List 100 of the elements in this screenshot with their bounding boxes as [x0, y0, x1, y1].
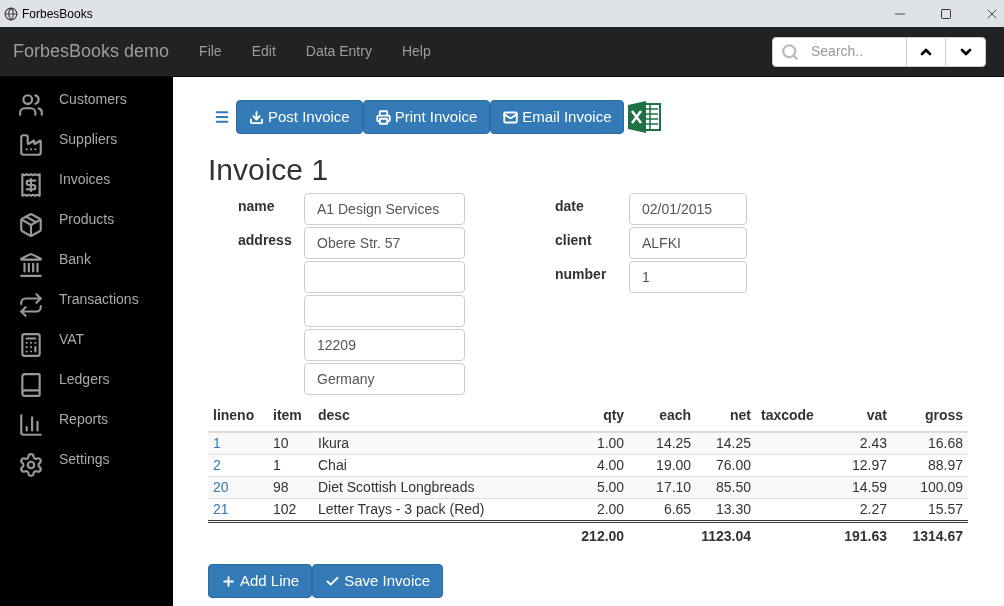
arrows-icon — [18, 292, 44, 318]
table-cell: Chai — [318, 457, 347, 473]
input-field[interactable]: 1 — [629, 261, 747, 293]
table-cell: 14.25 — [715, 435, 751, 451]
table-cell: 98 — [273, 479, 289, 495]
action-button[interactable]: Add Line — [208, 564, 313, 598]
total-cell: 1314.67 — [912, 528, 963, 544]
sidebar-item[interactable]: Ledgers — [0, 365, 173, 405]
field-label: client — [555, 231, 593, 250]
input-field[interactable] — [304, 295, 465, 327]
line-link[interactable]: 21 — [213, 501, 229, 517]
total-cell: 191.63 — [844, 528, 887, 544]
sidebar-item[interactable]: Settings — [0, 445, 173, 485]
table-cell: Diet Scottish Longbreads — [318, 479, 475, 495]
column-header: net — [730, 407, 751, 423]
table-cell: 2.00 — [596, 501, 625, 517]
search-input[interactable]: Search.. — [811, 41, 895, 62]
line-link[interactable]: 20 — [213, 479, 229, 495]
field-label: date — [555, 197, 585, 216]
sidebar-item[interactable]: VAT — [0, 325, 173, 365]
input-field[interactable]: ALFKI — [629, 227, 747, 259]
table-row[interactable]: 2 1 Chai 4.00 19.00 76.00 12.97 88.97 — [208, 454, 968, 477]
download-icon — [249, 109, 264, 125]
menu-item[interactable]: Help — [386, 41, 446, 62]
menu-item[interactable]: File — [184, 41, 237, 62]
table-cell: 15.57 — [927, 501, 963, 517]
input-field[interactable] — [304, 261, 465, 293]
table-row[interactable]: 1 10 Ikura 1.00 14.25 14.25 2.43 16.68 — [208, 432, 968, 455]
menu-item[interactable]: Edit — [236, 41, 291, 62]
action-button[interactable]: Save Invoice — [312, 564, 444, 598]
sidebar-item[interactable]: Bank — [0, 245, 173, 285]
table-cell: 4.00 — [596, 457, 625, 473]
table-cell: 12.97 — [851, 457, 887, 473]
factory-icon — [18, 132, 44, 158]
sidebar-item[interactable]: Transactions — [0, 285, 173, 325]
settings-icon — [18, 452, 44, 478]
table-cell: 85.50 — [715, 479, 751, 495]
table-cell: 13.30 — [715, 501, 751, 517]
bar-chart-icon — [18, 412, 44, 438]
input-field[interactable]: A1 Design Services — [304, 193, 465, 225]
envelope-icon — [503, 109, 519, 125]
sidebar-item[interactable]: Products — [0, 205, 173, 245]
table-cell: 1 — [273, 457, 281, 473]
book-icon — [18, 372, 44, 398]
table-cell: Ikura — [318, 435, 350, 451]
line-link[interactable]: 2 — [213, 457, 221, 473]
sidebar-item[interactable]: Invoices — [0, 165, 173, 205]
table-cell: 6.65 — [663, 501, 692, 517]
maximize-icon[interactable] — [940, 7, 952, 20]
column-header: vat — [866, 407, 887, 423]
table-cell: 19.00 — [656, 457, 692, 473]
table-cell: 2.27 — [859, 501, 887, 517]
column-header: taxcode — [761, 407, 814, 423]
menu-icon[interactable] — [214, 109, 230, 125]
table-cell: 100.09 — [920, 479, 963, 495]
sidebar-item[interactable]: Customers — [0, 85, 173, 125]
action-button[interactable]: Print Invoice — [362, 100, 491, 134]
column-header: item — [273, 407, 302, 423]
search-field[interactable]: Search.. — [773, 37, 907, 66]
window-title: ForbesBooks — [22, 5, 93, 23]
brand[interactable]: ForbesBooks demo — [13, 38, 170, 65]
table-cell: 2.43 — [859, 435, 887, 451]
table-cell: 14.25 — [656, 435, 692, 451]
box-icon — [18, 212, 44, 238]
column-header: each — [659, 407, 692, 423]
column-header: qty — [603, 407, 625, 423]
total-cell: 212.00 — [581, 528, 625, 544]
table-cell: 17.10 — [656, 479, 692, 495]
action-button[interactable]: Email Invoice — [490, 100, 625, 134]
table-cell: 16.68 — [927, 435, 963, 451]
action-button[interactable]: Post Invoice — [236, 100, 363, 134]
menu-item[interactable]: Data Entry — [290, 41, 387, 62]
table-row[interactable]: 21 102 Letter Trays - 3 pack (Red) 2.00 6.65 13.30 2.27 15.57 — [208, 498, 968, 522]
calculator-icon — [18, 332, 44, 358]
field-label: address — [237, 231, 293, 250]
table-row[interactable]: 20 98 Diet Scottish Longbreads 5.00 17.10 85.50 14.59 100.09 — [208, 476, 968, 499]
input-field[interactable]: Obere Str. 57 — [304, 227, 465, 259]
input-field[interactable]: 02/01/2015 — [629, 193, 747, 225]
table-cell: 5.00 — [596, 479, 625, 495]
input-field[interactable]: 12209 — [304, 329, 465, 361]
sidebar-item[interactable]: Reports — [0, 405, 173, 445]
invoice-title: Invoice 1 — [208, 152, 330, 188]
line-link[interactable]: 1 — [213, 435, 221, 451]
column-header: gross — [924, 407, 963, 423]
spreadsheet-icon[interactable] — [628, 101, 663, 133]
bank-icon — [18, 252, 44, 278]
input-field[interactable]: Germany — [304, 363, 465, 395]
field-label: number — [555, 265, 608, 284]
search-icon — [781, 42, 799, 61]
table-cell: 76.00 — [715, 457, 751, 473]
table-cell: 102 — [273, 501, 297, 517]
people-icon — [18, 92, 44, 118]
printer-icon — [375, 109, 391, 125]
sidebar-item[interactable]: Suppliers — [0, 125, 173, 165]
table-cell: 14.59 — [851, 479, 887, 495]
field-label: name — [237, 197, 276, 216]
column-header: lineno — [213, 407, 255, 423]
column-header: desc — [318, 407, 350, 423]
table-cell: 88.97 — [927, 457, 963, 473]
total-cell: 1123.04 — [701, 528, 751, 544]
